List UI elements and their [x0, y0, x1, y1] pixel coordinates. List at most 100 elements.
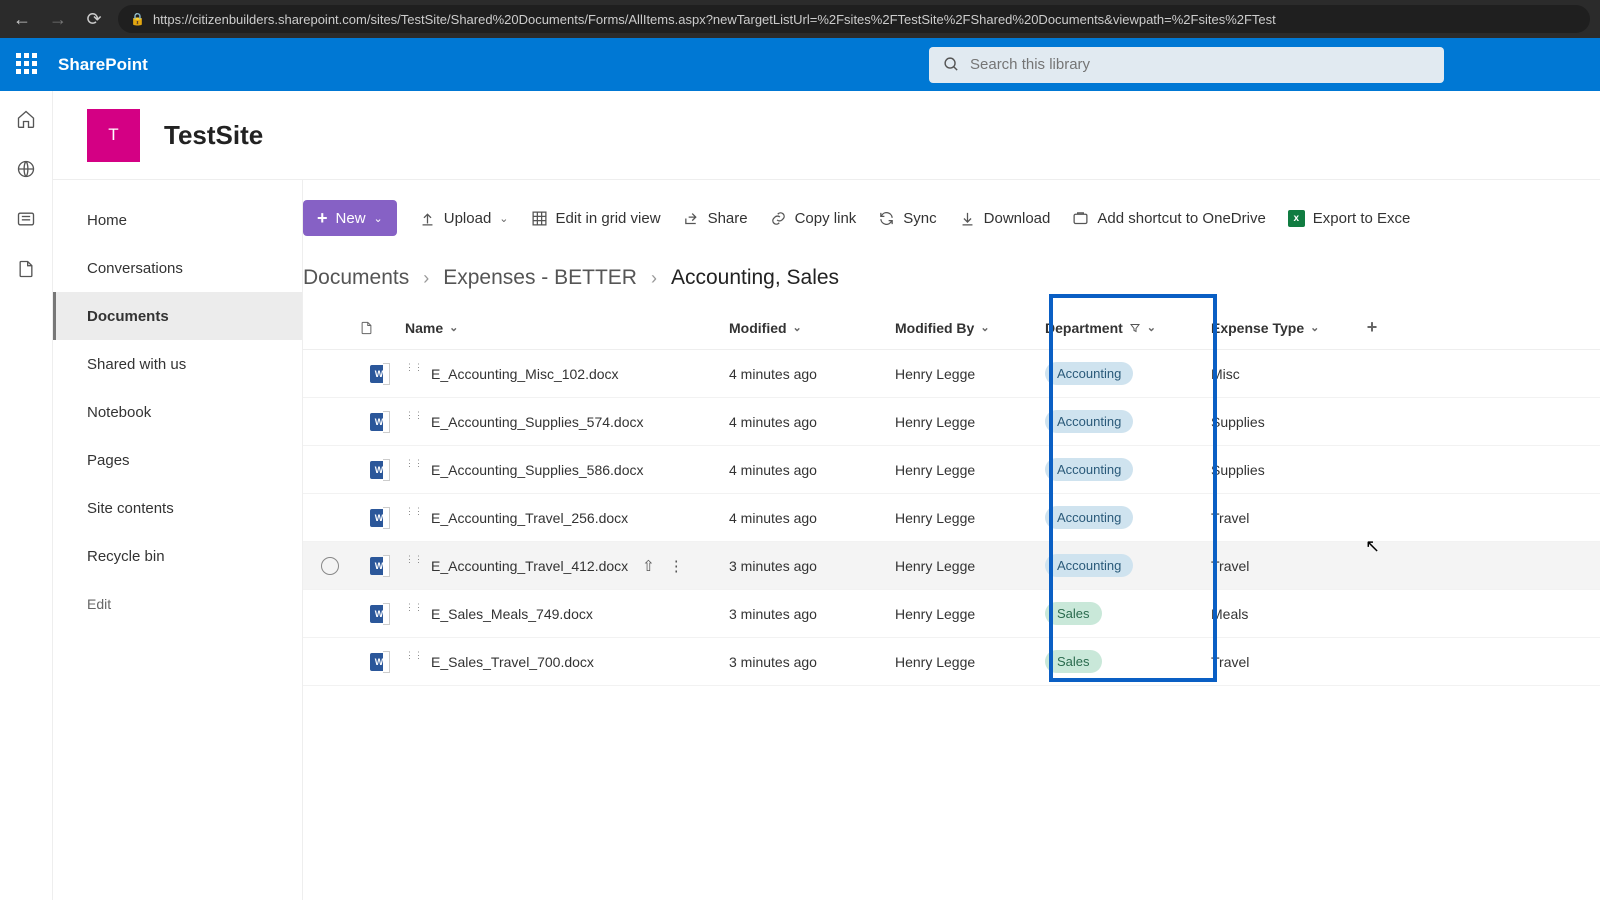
- table-row[interactable]: W⋮⋮E_Accounting_Supplies_586.docx4 minut…: [303, 446, 1600, 494]
- department-pill[interactable]: Sales: [1045, 650, 1102, 673]
- modified-cell: 4 minutes ago: [729, 510, 895, 526]
- new-indicator-icon: ⋮⋮: [405, 554, 423, 565]
- sidebar-item-home[interactable]: Home: [53, 196, 302, 244]
- file-name[interactable]: E_Accounting_Travel_256.docx: [431, 510, 628, 526]
- new-indicator-icon: ⋮⋮: [405, 506, 423, 517]
- edit-grid-button[interactable]: Edit in grid view: [531, 210, 661, 227]
- globe-icon[interactable]: [16, 159, 36, 179]
- add-column-button[interactable]: +: [1357, 317, 1387, 338]
- lock-icon: 🔒: [130, 12, 145, 26]
- app-launcher-icon[interactable]: [16, 53, 40, 77]
- news-icon[interactable]: [16, 209, 36, 229]
- sync-button[interactable]: Sync: [878, 210, 936, 227]
- grid-icon: [531, 210, 548, 227]
- sidebar-item-site-contents[interactable]: Site contents: [53, 484, 302, 532]
- word-icon: W: [370, 413, 388, 431]
- word-icon: W: [370, 461, 388, 479]
- word-icon: W: [370, 509, 388, 527]
- chevron-down-icon: ⌄: [449, 321, 458, 334]
- browser-bar: ← → ⟳ 🔒 https://citizenbuilders.sharepoi…: [0, 0, 1600, 38]
- expense-type-cell: Supplies: [1211, 414, 1357, 430]
- chevron-down-icon: ⌄: [374, 212, 383, 225]
- file-name[interactable]: E_Sales_Meals_749.docx: [431, 606, 593, 622]
- forward-button[interactable]: →: [46, 9, 70, 30]
- sidebar-item-pages[interactable]: Pages: [53, 436, 302, 484]
- sidebar-item-shared-with-us[interactable]: Shared with us: [53, 340, 302, 388]
- department-pill[interactable]: Accounting: [1045, 410, 1133, 433]
- home-icon[interactable]: [16, 109, 36, 129]
- modified-by-cell: Henry Legge: [895, 606, 1045, 622]
- row-select-radio[interactable]: [321, 557, 339, 575]
- share-row-icon[interactable]: ⇧: [642, 557, 655, 575]
- app-rail: [0, 91, 53, 900]
- download-button[interactable]: Download: [959, 210, 1051, 227]
- sidebar-item-notebook[interactable]: Notebook: [53, 388, 302, 436]
- sidebar-item-documents[interactable]: Documents: [53, 292, 302, 340]
- chevron-down-icon: ⌄: [1310, 321, 1319, 334]
- export-excel-button[interactable]: x Export to Exce: [1288, 210, 1411, 227]
- suite-bar: SharePoint: [0, 38, 1600, 91]
- new-indicator-icon: ⋮⋮: [405, 362, 423, 373]
- word-icon: W: [370, 557, 388, 575]
- new-button[interactable]: + New ⌄: [303, 200, 397, 236]
- table-row[interactable]: W⋮⋮E_Accounting_Misc_102.docx4 minutes a…: [303, 350, 1600, 398]
- department-pill[interactable]: Accounting: [1045, 458, 1133, 481]
- new-indicator-icon: ⋮⋮: [405, 602, 423, 613]
- department-pill[interactable]: Accounting: [1045, 554, 1133, 577]
- table-row[interactable]: W⋮⋮E_Accounting_Supplies_574.docx4 minut…: [303, 398, 1600, 446]
- chevron-down-icon: ⌄: [980, 321, 989, 334]
- column-modified[interactable]: Modified ⌄: [729, 320, 895, 336]
- table-row[interactable]: W ⋮⋮ E_Accounting_Travel_256.docx 4 minutes…: [303, 494, 1600, 542]
- breadcrumb-current: Accounting, Sales: [671, 266, 839, 290]
- file-name[interactable]: E_Accounting_Travel_412.docx: [431, 558, 628, 574]
- table-row[interactable]: W⋮⋮E_Sales_Travel_700.docx3 minutes agoH…: [303, 638, 1600, 686]
- search-box[interactable]: [929, 47, 1444, 83]
- file-name[interactable]: E_Accounting_Supplies_574.docx: [431, 414, 644, 430]
- upload-icon: [419, 210, 436, 227]
- files-icon[interactable]: [16, 259, 36, 279]
- expense-type-cell: Supplies: [1211, 462, 1357, 478]
- sidebar-edit[interactable]: Edit: [53, 580, 302, 628]
- table-row[interactable]: W ⋮⋮ E_Accounting_Travel_412.docx ⇧ ⋮ 3 minut…: [303, 542, 1600, 590]
- column-modified-by[interactable]: Modified By ⌄: [895, 320, 1045, 336]
- search-icon: [943, 56, 960, 73]
- file-name[interactable]: E_Accounting_Supplies_586.docx: [431, 462, 644, 478]
- address-bar[interactable]: 🔒 https://citizenbuilders.sharepoint.com…: [118, 5, 1590, 33]
- document-table: Name ⌄ Modified ⌄: [303, 306, 1600, 686]
- column-name[interactable]: Name ⌄: [405, 320, 458, 336]
- more-icon[interactable]: ⋮: [669, 557, 684, 575]
- plus-icon: +: [317, 208, 328, 229]
- reload-button[interactable]: ⟳: [82, 9, 106, 30]
- add-shortcut-button[interactable]: Add shortcut to OneDrive: [1072, 210, 1265, 227]
- modified-cell: 3 minutes ago: [729, 558, 895, 574]
- excel-icon: x: [1288, 210, 1305, 227]
- share-icon: [683, 210, 700, 227]
- shortcut-icon: [1072, 210, 1089, 227]
- site-logo[interactable]: T: [87, 109, 140, 162]
- sidebar-item-recycle-bin[interactable]: Recycle bin: [53, 532, 302, 580]
- breadcrumb-expenses[interactable]: Expenses - BETTER: [443, 266, 637, 290]
- url-text: https://citizenbuilders.sharepoint.com/s…: [153, 12, 1276, 27]
- file-name[interactable]: E_Accounting_Misc_102.docx: [431, 366, 619, 382]
- word-icon: W: [370, 653, 388, 671]
- sidebar-item-conversations[interactable]: Conversations: [53, 244, 302, 292]
- search-input[interactable]: [970, 56, 1430, 73]
- department-pill[interactable]: Sales: [1045, 602, 1102, 625]
- table-row[interactable]: W⋮⋮E_Sales_Meals_749.docx3 minutes agoHe…: [303, 590, 1600, 638]
- back-button[interactable]: ←: [10, 9, 34, 30]
- column-department[interactable]: Department ⌄: [1045, 320, 1211, 336]
- column-expense-type[interactable]: Expense Type ⌄: [1211, 320, 1319, 336]
- expense-type-cell: Travel: [1211, 558, 1357, 574]
- chevron-down-icon: ⌄: [793, 321, 802, 334]
- modified-cell: 3 minutes ago: [729, 606, 895, 622]
- left-nav: HomeConversationsDocumentsShared with us…: [53, 180, 303, 900]
- upload-button[interactable]: Upload ⌄: [419, 210, 509, 227]
- brand-label: SharePoint: [58, 55, 148, 75]
- share-button[interactable]: Share: [683, 210, 748, 227]
- copy-link-button[interactable]: Copy link: [770, 210, 857, 227]
- department-pill[interactable]: Accounting: [1045, 362, 1133, 385]
- file-name[interactable]: E_Sales_Travel_700.docx: [431, 654, 594, 670]
- table-header: Name ⌄ Modified ⌄: [303, 306, 1600, 350]
- breadcrumb-documents[interactable]: Documents: [303, 266, 409, 290]
- department-pill[interactable]: Accounting: [1045, 506, 1133, 529]
